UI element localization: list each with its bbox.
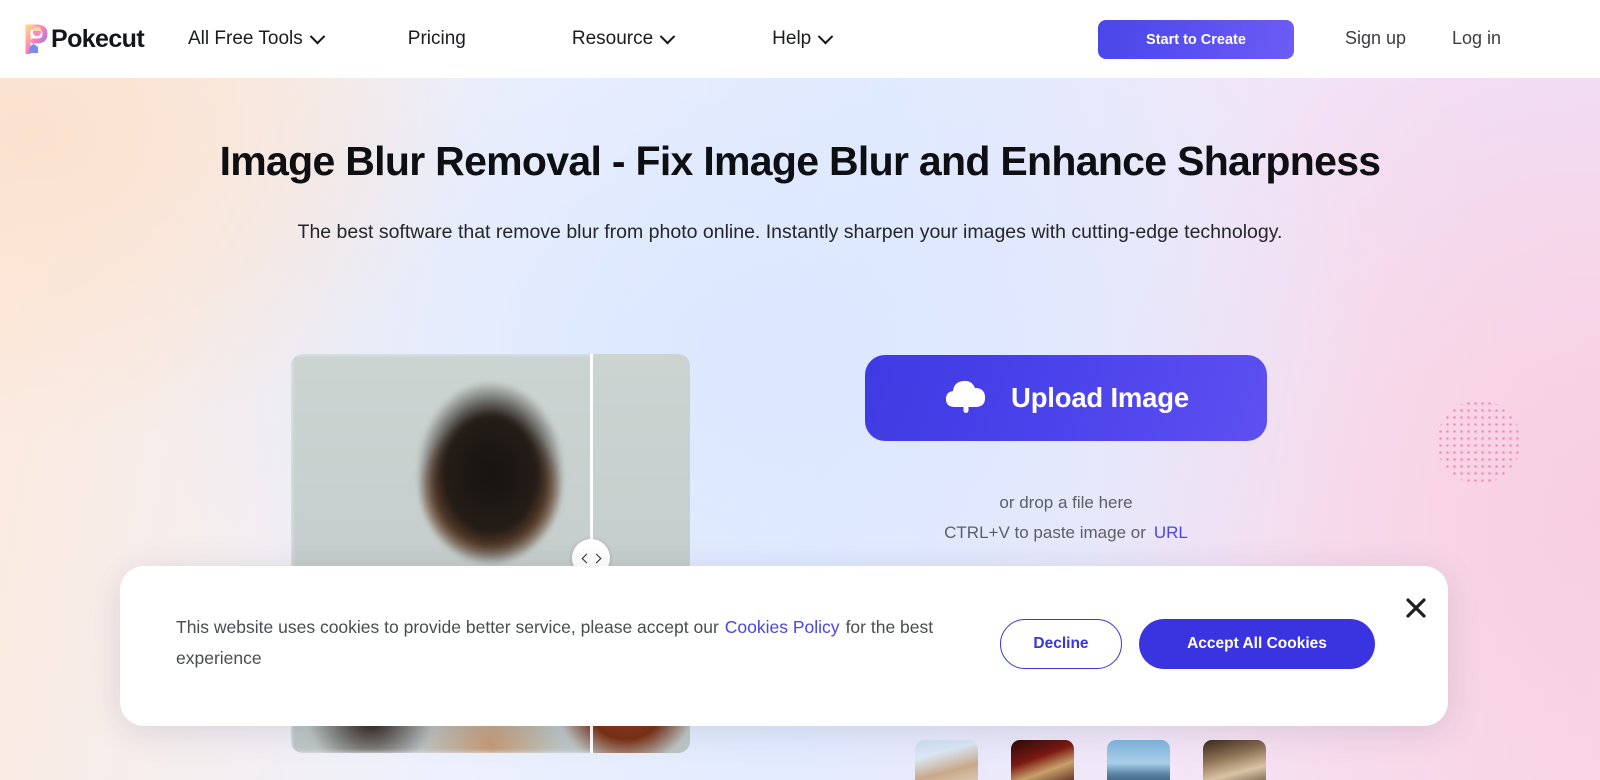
close-icon[interactable] [1400, 592, 1432, 624]
chevron-down-icon [659, 28, 676, 44]
page-title: Image Blur Removal - Fix Image Blur and … [219, 138, 1382, 184]
sign-up-link[interactable]: Sign up [1345, 28, 1406, 49]
decorative-dot-circle [1437, 400, 1521, 484]
drop-file-hint: or drop a file here [999, 493, 1133, 512]
nav-label: Help [772, 28, 812, 49]
nav-label: Resource [571, 28, 654, 49]
main-navigation: All Free Tools Pricing Resource Help [188, 0, 834, 78]
paste-hint-text: CTRL+V to paste image or [944, 523, 1146, 542]
upload-image-button[interactable]: Upload Image [865, 355, 1267, 441]
decline-cookies-button[interactable]: Decline [1000, 619, 1122, 669]
upload-button-label: Upload Image [1011, 382, 1189, 413]
start-to-create-button[interactable]: Start to Create [1098, 20, 1294, 59]
nav-item-help[interactable]: Help [772, 28, 834, 50]
nav-label: Pricing [407, 28, 466, 49]
cookie-consent-banner: This website uses cookies to provide bet… [120, 566, 1448, 726]
logo[interactable]: Pokecut [24, 22, 145, 56]
site-header: Pokecut All Free Tools Pricing Resource … [0, 0, 1600, 78]
cookie-text-before: This website uses cookies to provide bet… [176, 617, 719, 637]
chevron-right-icon [591, 553, 601, 563]
cookie-banner-text: This website uses cookies to provide bet… [176, 612, 986, 674]
nav-item-pricing[interactable]: Pricing [408, 28, 466, 50]
sample-thumbnail-1[interactable] [915, 740, 978, 780]
log-in-link[interactable]: Log in [1452, 28, 1501, 49]
chevron-left-icon [581, 553, 591, 563]
nav-item-resource[interactable]: Resource [571, 28, 676, 50]
sample-thumbnail-3[interactable] [1107, 740, 1170, 780]
sample-thumbnail-4[interactable] [1203, 740, 1266, 780]
accept-all-cookies-button[interactable]: Accept All Cookies [1139, 619, 1375, 669]
nav-item-all-free-tools[interactable]: All Free Tools [188, 28, 326, 50]
chevron-down-icon [817, 28, 834, 44]
page-subtitle: The best software that remove blur from … [297, 221, 1283, 243]
cookies-policy-link[interactable]: Cookies Policy [725, 617, 840, 637]
nav-label: All Free Tools [188, 28, 303, 49]
chevron-down-icon [309, 28, 326, 44]
sample-image-thumbnails [915, 740, 1266, 780]
url-link[interactable]: URL [1154, 523, 1188, 542]
pokecut-p-mascot-logo-icon [24, 24, 50, 56]
logo-text: Pokecut [51, 25, 145, 53]
cloud-upload-icon [943, 377, 989, 420]
sample-thumbnail-2[interactable] [1011, 740, 1074, 780]
paste-hint-row: CTRL+V to paste image or URL [866, 523, 1266, 543]
